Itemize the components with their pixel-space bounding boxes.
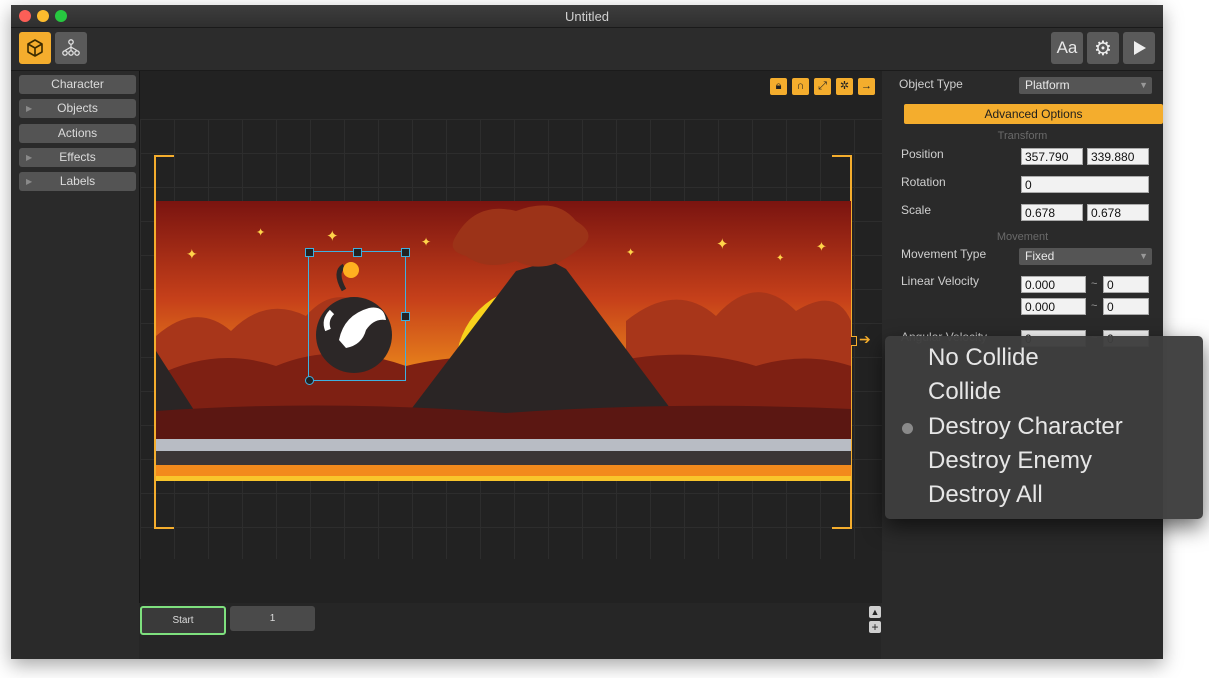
range-separator: ~: [1091, 278, 1098, 290]
sidebar-item-actions[interactable]: Actions: [19, 124, 136, 143]
movement-type-value: Fixed: [1025, 249, 1055, 263]
resize-handle[interactable]: [401, 248, 410, 257]
linear-velocity-y-min-field[interactable]: 0.000: [1021, 298, 1086, 315]
sidebar-item-label: Labels: [59, 174, 96, 188]
bomb-swan-icon: [316, 262, 392, 373]
level-background: ✦ ✦ ✦ ✦ ✦ ✦ ✦ ✦: [156, 201, 851, 481]
disclosure-triangle-icon: ▶: [26, 104, 33, 113]
add-scene-button[interactable]: +: [869, 621, 881, 633]
svg-text:✦: ✦: [776, 253, 784, 264]
movement-type-label: Movement Type: [901, 247, 987, 261]
selected-indicator-icon: [902, 423, 913, 434]
chevron-down-icon: ▼: [1139, 80, 1148, 90]
collision-dropdown-menu: No Collide Collide Destroy Character Des…: [885, 336, 1203, 519]
settings-button[interactable]: ⚙: [1087, 32, 1119, 64]
rotation-field[interactable]: 0: [1021, 176, 1149, 193]
svg-text:✦: ✦: [816, 239, 827, 254]
disclosure-triangle-icon: ▶: [26, 153, 33, 162]
svg-text:✦: ✦: [256, 227, 265, 239]
svg-text:✦: ✦: [186, 246, 198, 262]
hierarchy-button[interactable]: [55, 32, 87, 64]
chevron-down-icon: ▼: [1139, 251, 1148, 261]
linear-velocity-x-max-field[interactable]: 0: [1103, 276, 1149, 293]
position-label: Position: [901, 147, 944, 161]
rotate-handle[interactable]: [305, 376, 314, 385]
scale-x-field[interactable]: 0.678: [1021, 204, 1083, 221]
menu-item-no-collide[interactable]: No Collide: [928, 344, 1039, 372]
advanced-options-label: Advanced Options: [984, 107, 1083, 121]
object-type-value: Platform: [1025, 78, 1070, 92]
position-y-field[interactable]: 339.880: [1087, 148, 1149, 165]
movement-header: Movement: [996, 231, 1049, 243]
resize-handle[interactable]: [353, 248, 362, 257]
scroll-up-button[interactable]: ▲: [869, 606, 881, 618]
title-bar: Untitled: [11, 5, 1163, 28]
sidebar-item-label: Objects: [57, 101, 98, 115]
scale-label: Scale: [901, 203, 932, 217]
scene-tab-start[interactable]: Start: [140, 606, 226, 635]
disclosure-triangle-icon: ▶: [26, 177, 33, 186]
svg-text:✦: ✦: [421, 235, 431, 249]
arrow-right-icon[interactable]: →: [858, 78, 875, 95]
lock-icon[interactable]: 🔒︎: [770, 78, 787, 95]
linear-velocity-x-min-field[interactable]: 0.000: [1021, 276, 1086, 293]
scene-tab-label: Start: [172, 615, 194, 626]
linear-velocity-label: Linear Velocity: [901, 274, 980, 288]
bounds-arrow-icon: ➔: [859, 331, 871, 347]
sidebar-item-labels[interactable]: ▶ Labels: [19, 172, 136, 191]
sidebar-item-objects[interactable]: ▶ Objects: [19, 99, 136, 118]
font-button[interactable]: Aa: [1051, 32, 1083, 64]
scale-y-field[interactable]: 0.678: [1087, 204, 1149, 221]
advanced-options-button[interactable]: Advanced Options: [904, 104, 1163, 124]
movement-type-select[interactable]: Fixed ▼: [1019, 248, 1152, 265]
magnet-icon[interactable]: ∩: [792, 78, 809, 95]
resize-handle[interactable]: [305, 248, 314, 257]
cube-icon: [27, 39, 43, 57]
play-icon: [1134, 41, 1146, 55]
tree-nodes-icon: [62, 39, 80, 56]
link-icon[interactable]: ⤢: [814, 78, 831, 95]
resize-handle[interactable]: [401, 312, 410, 321]
window-title: Untitled: [564, 9, 610, 24]
menu-item-destroy-enemy[interactable]: Destroy Enemy: [928, 447, 1092, 475]
app-window: Untitled Aa ⚙ Character ▶ Objects Action…: [11, 5, 1163, 659]
play-button[interactable]: [1123, 32, 1155, 64]
transform-header: Transform: [997, 130, 1048, 142]
menu-item-collide[interactable]: Collide: [928, 378, 1001, 406]
svg-text:✦: ✦: [326, 228, 339, 245]
bug-icon[interactable]: ✲: [836, 78, 853, 95]
sidebar-item-label: Character: [51, 77, 104, 91]
scene-strip: Start 1 ▲ +: [139, 603, 881, 659]
menu-item-destroy-character[interactable]: Destroy Character: [928, 413, 1123, 441]
svg-text:✦: ✦: [626, 247, 635, 259]
range-separator: ~: [1091, 300, 1098, 312]
scene-tab-1[interactable]: 1: [230, 606, 315, 631]
position-x-field[interactable]: 357.790: [1021, 148, 1083, 165]
sidebar-item-label: Effects: [59, 150, 96, 164]
font-button-label: Aa: [1056, 38, 1078, 57]
scene-tab-label: 1: [269, 613, 276, 624]
sidebar-item-character[interactable]: Character: [19, 75, 136, 94]
sidebar-item-label: Actions: [57, 126, 98, 140]
object-type-select[interactable]: Platform ▼: [1019, 77, 1152, 94]
gear-icon: ⚙: [1094, 37, 1112, 60]
sidebar: Character ▶ Objects Actions ▶ Effects ▶ Lab…: [11, 71, 139, 659]
linear-velocity-y-max-field[interactable]: 0: [1103, 298, 1149, 315]
object-type-label: Object Type: [899, 77, 963, 91]
toolbar: Aa ⚙: [11, 28, 1163, 71]
sidebar-item-effects[interactable]: ▶ Effects: [19, 148, 136, 167]
selected-object[interactable]: [305, 248, 410, 385]
svg-text:✦: ✦: [716, 236, 729, 253]
rotation-label: Rotation: [901, 175, 946, 189]
menu-item-destroy-all[interactable]: Destroy All: [928, 481, 1043, 509]
scene-canvas[interactable]: 🔒︎ ∩ ⤢ ✲ → ➔ ✦ ✦ ✦ ✦ ✦ ✦ ✦ ✦: [139, 71, 883, 603]
scene-editor-button[interactable]: [19, 32, 51, 64]
